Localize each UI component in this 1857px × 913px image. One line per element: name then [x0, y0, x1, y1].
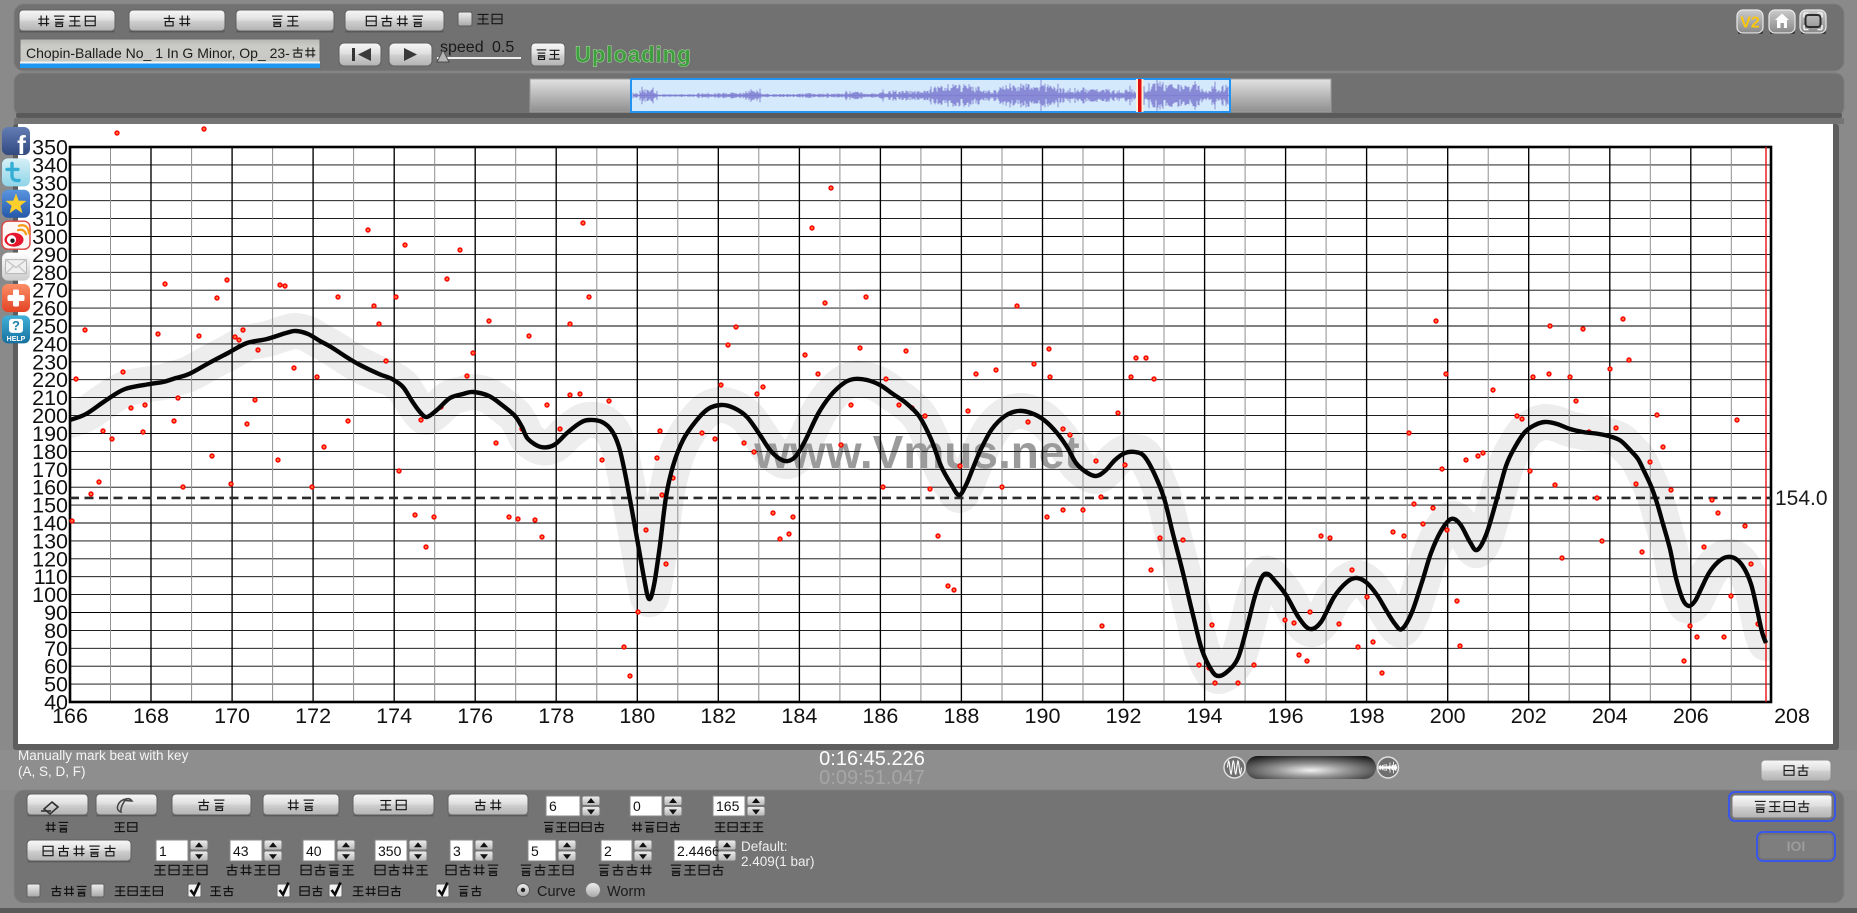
svg-text:f: f [17, 130, 26, 160]
svg-text:166: 166 [52, 704, 88, 728]
svg-text:40: 40 [306, 843, 322, 859]
svg-text:Uploading: Uploading [575, 42, 692, 67]
svg-text:V2: V2 [1740, 15, 1760, 32]
svg-text:184: 184 [781, 704, 817, 728]
svg-text:154.0: 154.0 [1775, 487, 1828, 510]
svg-text:Curve: Curve [537, 884, 576, 900]
svg-text:1: 1 [159, 843, 167, 859]
svg-text:350: 350 [32, 136, 68, 160]
svg-text:172: 172 [295, 704, 331, 728]
svg-text:0.5: 0.5 [492, 39, 514, 56]
svg-text:178: 178 [538, 704, 574, 728]
svg-text:6: 6 [549, 798, 557, 814]
svg-text:(A, S, D, F): (A, S, D, F) [18, 764, 86, 779]
svg-text:speed: speed [440, 39, 484, 56]
svg-text:168: 168 [133, 704, 169, 728]
svg-text:170: 170 [214, 704, 250, 728]
svg-text:Worm: Worm [607, 884, 645, 900]
svg-text:350: 350 [378, 843, 402, 859]
svg-text:5: 5 [531, 843, 539, 859]
svg-text:174: 174 [376, 704, 412, 728]
svg-text:165: 165 [716, 798, 740, 814]
svg-text:43: 43 [233, 843, 249, 859]
svg-text:180: 180 [619, 704, 655, 728]
svg-text:198: 198 [1349, 704, 1385, 728]
svg-text:182: 182 [700, 704, 736, 728]
svg-text:200: 200 [1430, 704, 1466, 728]
svg-text:Default:: Default: [741, 839, 788, 854]
svg-text:194: 194 [1187, 704, 1223, 728]
svg-text:Chopin-Ballade No_ 1 In G Mino: Chopin-Ballade No_ 1 In G Minor, Op_ 23- [26, 45, 290, 61]
svg-text:188: 188 [944, 704, 980, 728]
svg-text:208: 208 [1774, 704, 1810, 728]
svg-text:176: 176 [457, 704, 493, 728]
svg-text:204: 204 [1592, 704, 1628, 728]
svg-text:2.409(1 bar): 2.409(1 bar) [741, 854, 815, 869]
svg-text:206: 206 [1673, 704, 1709, 728]
svg-text:192: 192 [1106, 704, 1142, 728]
svg-text:IOI: IOI [1787, 838, 1806, 854]
svg-text:196: 196 [1268, 704, 1304, 728]
svg-text:HELP: HELP [7, 336, 26, 343]
svg-text:Manually mark beat with key: Manually mark beat with key [18, 748, 189, 763]
svg-text:?: ? [12, 318, 20, 333]
svg-text:186: 186 [862, 704, 898, 728]
svg-text:0: 0 [633, 798, 641, 814]
svg-text:202: 202 [1511, 704, 1547, 728]
svg-text:2: 2 [604, 843, 612, 859]
svg-text:3: 3 [453, 843, 461, 859]
svg-text:2.4466: 2.4466 [677, 843, 720, 859]
svg-text:0:09:51.047: 0:09:51.047 [819, 767, 925, 789]
svg-text:190: 190 [1025, 704, 1061, 728]
